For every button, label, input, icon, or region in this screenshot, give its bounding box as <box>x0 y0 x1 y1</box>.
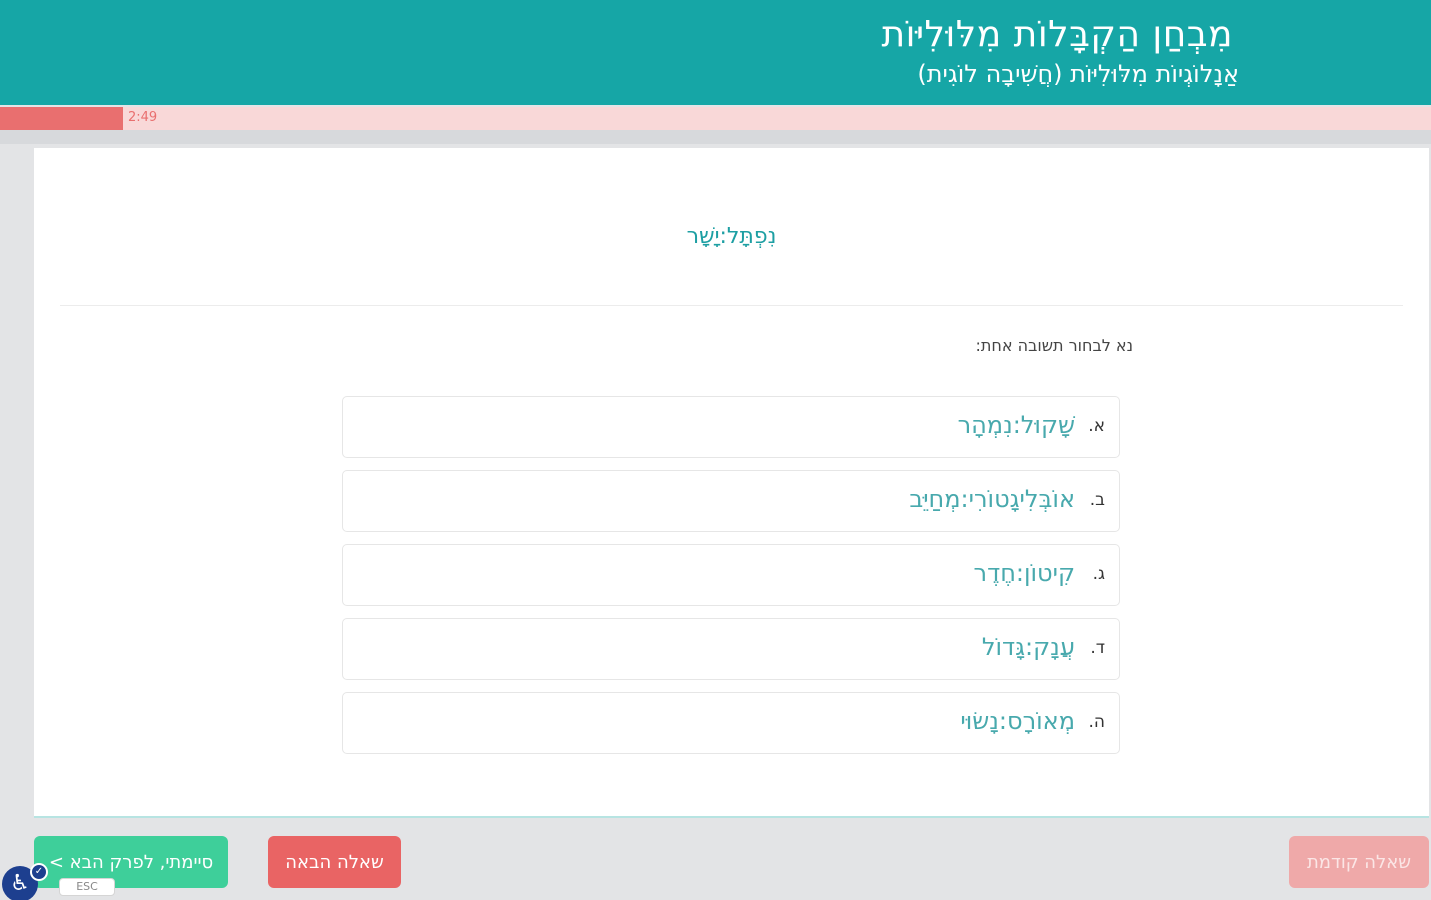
option-text: מְאוֹרָס:נָשׂוּי <box>960 707 1075 735</box>
answer-option-b[interactable]: ב. אוֹבְּלִיגָטוֹרִי:מְחַיֵּב <box>342 470 1120 532</box>
option-letter: ב. <box>1089 490 1105 510</box>
answer-instruction: נא לבחור תשובה אחת: <box>975 336 1133 355</box>
option-text: שָׁקוּל:נִמְהָר <box>957 411 1075 439</box>
timer-text: 2:49 <box>128 110 158 125</box>
answer-option-d[interactable]: ד. עֲנָק:גָּדוֹל <box>342 618 1120 680</box>
option-text: קִיטוֹן:חֶדֶר <box>973 559 1075 587</box>
answer-option-e[interactable]: ה. מְאוֹרָס:נָשׂוּי <box>342 692 1120 754</box>
previous-question-button[interactable]: שאלה קודמת <box>1289 836 1429 888</box>
header-shadow <box>0 130 1431 144</box>
page-title: מִבְחַן הַקְבָּלוֹת מִלּוּלִיּוֹת <box>881 14 1233 55</box>
option-letter: ה. <box>1088 712 1105 732</box>
page-subtitle: אַנָלוֹגְיוֹת מִלּוּלִיּוֹת (חֲשִׁיבָה ל… <box>917 60 1239 88</box>
answer-option-c[interactable]: ג. קִיטוֹן:חֶדֶר <box>342 544 1120 606</box>
answer-option-a[interactable]: א. שָׁקוּל:נִמְהָר <box>342 396 1120 458</box>
question-card: נִפְתָּל:יָשָׁר נא לבחור תשובה אחת: א. ש… <box>34 148 1429 818</box>
check-icon: ✓ <box>30 863 48 881</box>
divider <box>60 305 1403 306</box>
option-letter: ג. <box>1092 564 1105 584</box>
question-prompt: נִפְתָּל:יָשָׁר <box>686 224 777 249</box>
option-text: אוֹבְּלִיגָטוֹרִי:מְחַיֵּב <box>909 485 1075 513</box>
option-letter: ד. <box>1090 638 1105 658</box>
timer-progress-bar: 2:49 <box>0 107 1431 130</box>
esc-shortcut-badge: ESC <box>59 878 115 896</box>
next-question-button[interactable]: שאלה הבאה <box>268 836 401 888</box>
option-text: עֲנָק:גָּדוֹל <box>981 633 1075 661</box>
page-header: מִבְחַן הַקְבָּלוֹת מִלּוּלִיּוֹת אַנָלו… <box>0 0 1431 105</box>
timer-progress-fill <box>0 107 124 130</box>
option-letter: א. <box>1088 416 1105 436</box>
